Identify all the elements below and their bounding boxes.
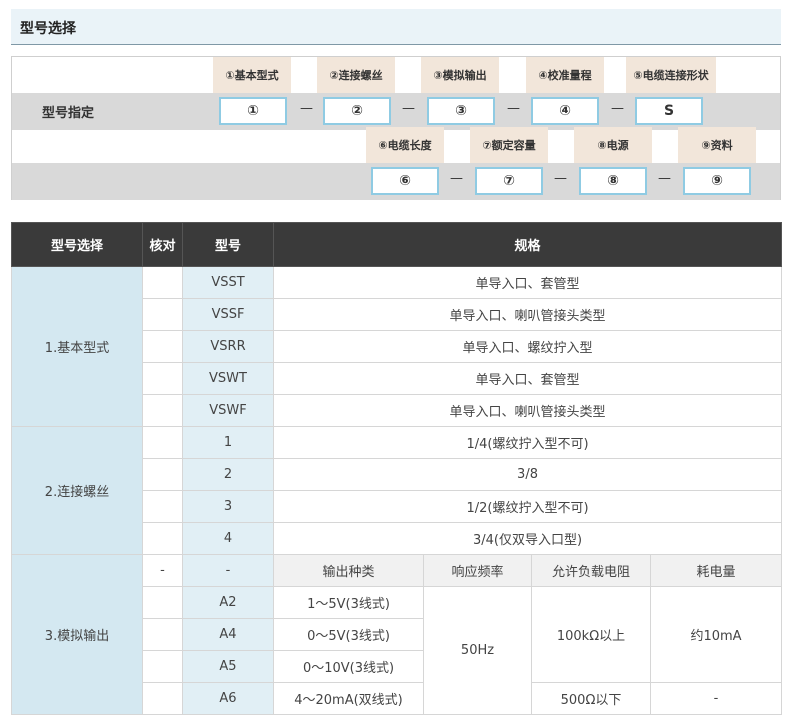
model-cell: VSSF — [182, 298, 274, 331]
check-cell[interactable] — [142, 618, 183, 651]
slot-4: ④ — [531, 97, 599, 125]
model-cell: VSWF — [182, 394, 274, 427]
group-thread: 2.连接螺丝 — [11, 426, 143, 555]
dash: — — [658, 171, 671, 186]
check-cell[interactable] — [142, 490, 183, 523]
slot-5: S — [635, 97, 703, 125]
section-title: 型号选择 — [20, 21, 76, 37]
model-cell: VSST — [182, 266, 274, 299]
dash: — — [554, 171, 567, 186]
power-consumption-cell: - — [649, 682, 783, 715]
slot-9: ⑨ — [683, 167, 751, 195]
subheader-response-freq: 响应频率 — [423, 554, 532, 587]
spec-cell: 3/8 — [272, 458, 783, 491]
spec-cell: 3/4(仅双导入口型) — [272, 522, 783, 555]
output-type-cell: 4～20mA(双线式) — [273, 682, 424, 715]
check-cell[interactable] — [142, 522, 183, 555]
check-cell: - — [142, 554, 183, 587]
check-cell[interactable] — [142, 394, 183, 427]
response-freq-cell: 50Hz — [423, 586, 532, 715]
check-cell[interactable] — [142, 330, 183, 363]
check-cell[interactable] — [142, 586, 183, 619]
slot-1: ① — [219, 97, 287, 125]
model-selection-table: 型号选择 核对 型号 规格 1.基本型式 VSST 单导入口、套管型 VSSF … — [11, 222, 783, 715]
output-type-cell: 0～5V(3线式) — [273, 618, 424, 651]
slot-3: ③ — [427, 97, 495, 125]
subheader-output-type: 输出种类 — [273, 554, 424, 587]
slot-6: ⑥ — [371, 167, 439, 195]
model-cell: 4 — [182, 522, 274, 555]
caption-cable-length: ⑥电缆长度 — [366, 127, 444, 163]
spec-cell: 1/4(螺纹拧入型不可) — [272, 426, 783, 459]
check-cell[interactable] — [142, 266, 183, 299]
check-cell[interactable] — [142, 298, 183, 331]
group-analog-output: 3.模拟输出 — [11, 554, 143, 715]
spec-cell: 1/2(螺纹拧入型不可) — [272, 490, 783, 523]
dash: — — [402, 101, 415, 116]
caption-power-supply: ⑧电源 — [574, 127, 652, 163]
table-row: 3.模拟输出 - - 输出种类 响应频率 允许负载电阻 耗电量 — [11, 554, 783, 715]
model-cell: - — [182, 554, 274, 587]
dash: — — [507, 101, 520, 116]
load-resistance-cell: 500Ω以下 — [531, 682, 651, 715]
caption-basic-type: ①基本型式 — [213, 57, 291, 93]
model-cell: VSRR — [182, 330, 274, 363]
load-resistance-cell: 100kΩ以上 — [531, 586, 651, 683]
power-consumption-cell: 约10mA — [649, 586, 783, 683]
output-type-cell: 0～10V(3线式) — [273, 650, 424, 683]
spec-cell: 单导入口、套管型 — [272, 362, 783, 395]
spec-cell: 单导入口、螺纹拧入型 — [272, 330, 783, 363]
subheader-load-resistance: 允许负载电阻 — [531, 554, 651, 587]
slot-8: ⑧ — [579, 167, 647, 195]
header-model-select: 型号选择 — [11, 222, 143, 267]
section-title-bar: 型号选择 — [11, 9, 781, 45]
table-row: 2.连接螺丝 1 1/4(螺纹拧入型不可) — [11, 426, 783, 555]
model-cell: 1 — [182, 426, 274, 459]
model-cell: VSWT — [182, 362, 274, 395]
group-basic-type: 1.基本型式 — [11, 266, 143, 427]
spec-cell: 单导入口、喇叭管接头类型 — [272, 298, 783, 331]
model-designation-label: 型号指定 — [42, 106, 95, 121]
model-cell: 3 — [182, 490, 274, 523]
check-cell[interactable] — [142, 458, 183, 491]
table-header-row: 型号选择 核对 型号 规格 — [11, 222, 783, 267]
slot-2: ② — [323, 97, 391, 125]
model-cell: A2 — [182, 586, 274, 619]
output-type-cell: 1～5V(3线式) — [273, 586, 424, 619]
model-cell: 2 — [182, 458, 274, 491]
header-check: 核对 — [142, 222, 183, 267]
check-cell[interactable] — [142, 650, 183, 683]
dash: — — [300, 101, 313, 116]
subheader-power-consumption: 耗电量 — [649, 554, 783, 587]
check-cell[interactable] — [142, 682, 183, 715]
caption-cable-connection: ⑤电缆连接形状 — [626, 57, 716, 93]
caption-analog-output: ③模拟输出 — [421, 57, 499, 93]
model-cell: A6 — [182, 682, 274, 715]
slot-7: ⑦ — [475, 167, 543, 195]
spec-cell: 单导入口、套管型 — [272, 266, 783, 299]
dash: — — [611, 101, 624, 116]
check-cell[interactable] — [142, 362, 183, 395]
spec-cell: 单导入口、喇叭管接头类型 — [272, 394, 783, 427]
caption-documents: ⑨资料 — [678, 127, 756, 163]
model-cell: A4 — [182, 618, 274, 651]
table-row: 1.基本型式 VSST 单导入口、套管型 — [11, 266, 783, 427]
caption-calibration-range: ④校准量程 — [526, 57, 604, 93]
dash: — — [450, 171, 463, 186]
model-designation-box: 型号指定 ①基本型式 ②连接螺丝 ③模拟输出 ④校准量程 ⑤电缆连接形状 ① —… — [11, 56, 781, 200]
check-cell[interactable] — [142, 426, 183, 459]
caption-thread: ②连接螺丝 — [317, 57, 395, 93]
header-spec: 规格 — [272, 222, 783, 267]
caption-rated-capacity: ⑦额定容量 — [470, 127, 548, 163]
header-model: 型号 — [182, 222, 274, 267]
model-cell: A5 — [182, 650, 274, 683]
